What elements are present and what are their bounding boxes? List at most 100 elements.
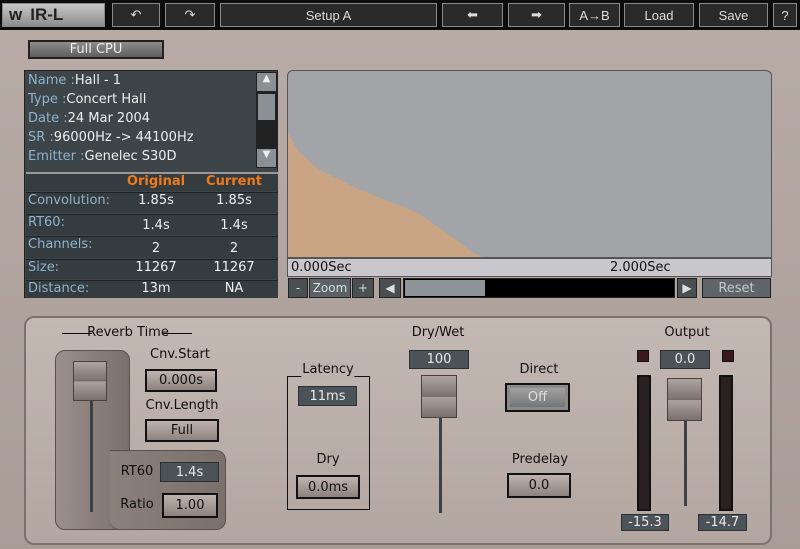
next-setup-button[interactable]: ➡	[508, 3, 565, 27]
original-value: 1.85s	[138, 193, 174, 208]
value: 96000Hz -> 44100Hz	[53, 130, 194, 145]
ratio-field[interactable]: 1.00	[162, 493, 218, 518]
scroll-thumb[interactable]	[258, 94, 275, 120]
cnv-length-field[interactable]: Full	[145, 419, 219, 442]
value: Hall - 1	[74, 73, 122, 88]
value: Concert Hall	[66, 92, 147, 107]
left-level-meter	[637, 375, 651, 511]
info-date: Date :24 Mar 2004	[28, 111, 150, 126]
current-value: 2	[229, 241, 239, 256]
plugin-name: IR-L	[30, 5, 64, 24]
ruler-start-label: 0.000Sec	[291, 260, 352, 275]
ratio-label: Ratio	[120, 497, 154, 512]
time-ruler: 0.000Sec 2.000Sec	[287, 258, 772, 277]
cnv-start-field[interactable]: 0.000s	[145, 369, 217, 392]
scroll-right-button[interactable]: ▶	[677, 278, 697, 298]
latency-title: Latency	[301, 362, 355, 377]
predelay-label: Predelay	[511, 452, 569, 467]
dry-wet-display: 100	[409, 350, 469, 369]
zoom-in-button[interactable]: +	[352, 278, 374, 298]
current-value: NA	[224, 281, 244, 296]
right-clip-led[interactable]	[722, 350, 734, 362]
dry-wet-fader-track[interactable]	[439, 418, 442, 513]
table-row: Convolution: 1.85s 1.85s	[26, 192, 278, 213]
table-row: Distance: 13m NA	[26, 280, 278, 298]
rt60-label: RT60	[120, 464, 154, 479]
dry-label: Dry	[316, 452, 340, 467]
row-label: Convolution:	[28, 193, 111, 208]
rt60-display: 1.4s	[160, 462, 219, 482]
left-peak-display[interactable]: -15.3	[621, 514, 669, 531]
label: Emitter :	[28, 149, 85, 164]
output-fader-thumb[interactable]	[667, 378, 702, 421]
original-value: 1.4s	[142, 218, 170, 233]
reverb-fader-thumb[interactable]	[73, 361, 107, 401]
reset-button[interactable]: Reset	[702, 278, 771, 298]
info-emitter: Emitter :Genelec S30D	[28, 149, 177, 164]
scroll-up-icon[interactable]: ▲	[257, 73, 276, 91]
header-current: Current	[206, 174, 262, 189]
previous-setup-button[interactable]: ⬅	[442, 3, 503, 27]
save-button[interactable]: Save	[699, 3, 768, 27]
scroll-left-button[interactable]: ◀	[379, 278, 401, 298]
arrow-right-icon: ➡	[531, 7, 542, 22]
info-scrollbar[interactable]: ▲ ▼	[256, 72, 277, 168]
undo-button[interactable]: ↶	[112, 3, 160, 27]
output-label: Output	[664, 325, 710, 340]
current-value: 1.4s	[220, 218, 248, 233]
value: Genelec S30D	[84, 149, 177, 164]
original-value: 13m	[141, 281, 171, 296]
dry-wet-label: Dry/Wet	[411, 325, 465, 340]
redo-button[interactable]: ↷	[165, 3, 215, 27]
arrow-left-icon: ⬅	[467, 7, 478, 22]
table-row: RT60: 1.4s 1.4s	[26, 214, 278, 235]
full-cpu-button[interactable]: Full CPU	[28, 40, 164, 59]
setup-name[interactable]: Setup A	[220, 3, 437, 27]
latency-display: 11ms	[298, 386, 357, 406]
waves-logo: ᴡ IR-L	[2, 3, 105, 27]
label: Name :	[28, 73, 75, 88]
row-label: Distance:	[28, 281, 90, 296]
undo-icon: ↶	[130, 7, 142, 22]
reverb-fader-track[interactable]	[90, 400, 93, 512]
output-gain-display: 0.0	[660, 350, 710, 369]
original-value: 2	[151, 241, 161, 256]
info-name: Name :Hall - 1	[28, 73, 121, 88]
output-fader-track[interactable]	[684, 420, 687, 506]
waves-w-icon: ᴡ	[9, 5, 23, 24]
info-sr: SR :96000Hz -> 44100Hz	[28, 130, 194, 145]
help-button[interactable]: ?	[773, 3, 797, 27]
triangle-right-icon: ▶	[682, 281, 692, 295]
right-peak-display[interactable]: -14.7	[698, 514, 747, 531]
waveform-scroll-thumb[interactable]	[405, 280, 485, 296]
scroll-down-icon[interactable]: ▼	[257, 149, 276, 167]
row-label: Size:	[28, 260, 60, 275]
cnv-start-label: Cnv.Start	[150, 347, 210, 362]
row-label: Channels:	[28, 237, 93, 252]
label: Date :	[28, 111, 68, 126]
label: SR :	[28, 130, 54, 145]
predelay-field[interactable]: 0.0	[507, 473, 571, 498]
dry-wet-fader-thumb[interactable]	[421, 375, 457, 418]
load-button[interactable]: Load	[624, 3, 694, 27]
zoom-label: Zoom	[309, 278, 351, 298]
dry-latency-field[interactable]: 0.0ms	[296, 475, 360, 499]
table-row: Channels: 2 2	[26, 236, 278, 258]
label: Type :	[28, 92, 67, 107]
row-label: RT60:	[28, 215, 65, 230]
waveform-scrollbar[interactable]	[403, 278, 675, 298]
direct-toggle[interactable]: Off	[505, 383, 570, 412]
ir-info-panel: Name :Hall - 1 Type :Concert Hall Date :…	[24, 70, 278, 298]
zoom-out-button[interactable]: -	[288, 278, 308, 298]
current-value: 1.85s	[216, 193, 252, 208]
table-row: Size: 11267 11267	[26, 259, 278, 279]
original-value: 11267	[135, 260, 177, 275]
value: 24 Mar 2004	[67, 111, 151, 126]
impulse-response-display[interactable]	[287, 70, 772, 258]
toolbar: ᴡ IR-L ↶ ↷ Setup A ⬅ ➡ A→B Load Save ?	[0, 0, 800, 30]
left-clip-led[interactable]	[637, 350, 649, 362]
table-header: Original Current	[26, 172, 278, 191]
triangle-left-icon: ◀	[385, 281, 395, 295]
info-type: Type :Concert Hall	[28, 92, 146, 107]
a-to-b-button[interactable]: A→B	[569, 3, 620, 27]
